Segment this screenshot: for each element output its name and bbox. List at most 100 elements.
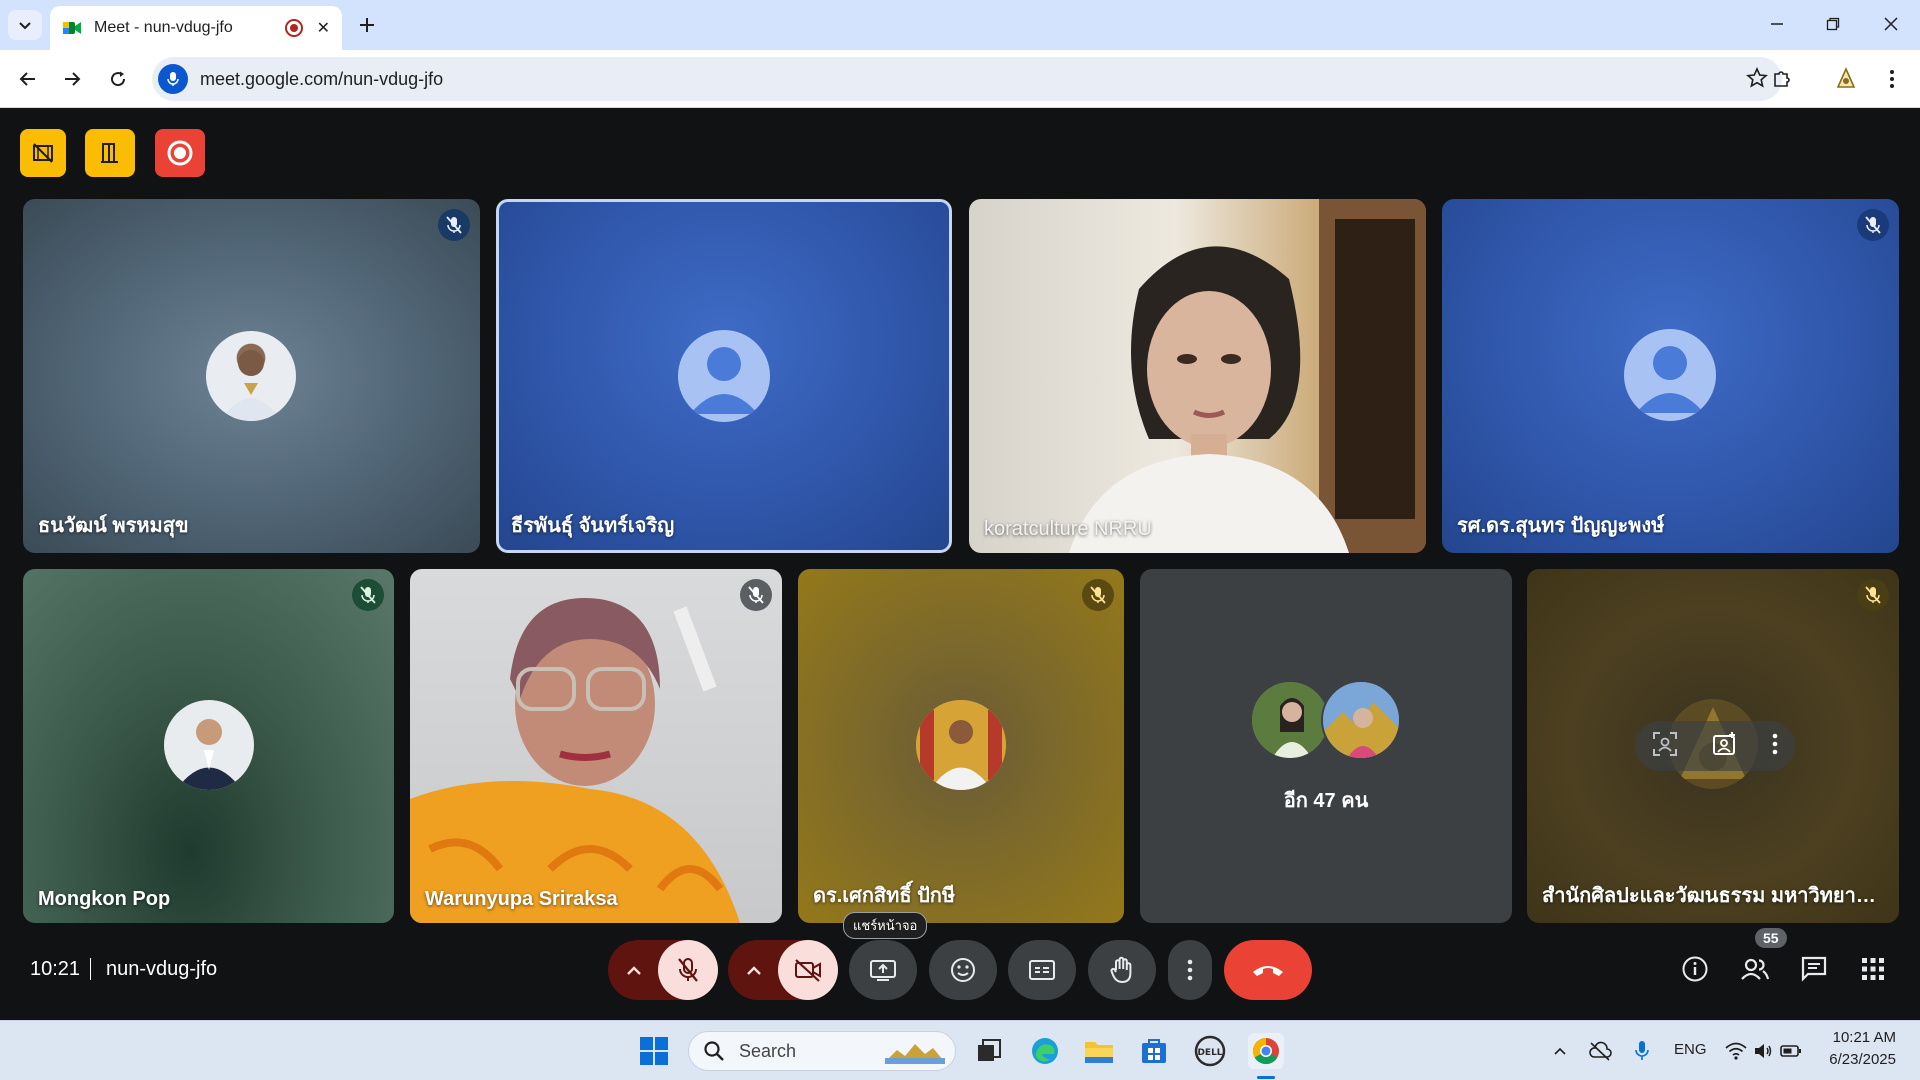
mic-off-icon bbox=[740, 579, 772, 611]
input-language[interactable]: ENG bbox=[1674, 1041, 1707, 1058]
browser-menu-button[interactable] bbox=[1876, 63, 1908, 95]
google-meet-icon bbox=[63, 22, 81, 34]
closed-caption-icon bbox=[1029, 960, 1055, 980]
participant-tile[interactable]: ดร.เศกสิทธิ์ ปักษี bbox=[798, 569, 1124, 923]
chevron-up-icon bbox=[1554, 1047, 1566, 1055]
people-button[interactable] bbox=[1735, 949, 1775, 989]
chevron-up-icon bbox=[747, 966, 761, 975]
pin-to-screen-icon[interactable] bbox=[1712, 731, 1738, 762]
participant-tile[interactable]: สำนักศิลปะและวัฒนธรรม มหาวิทยาลัย... bbox=[1527, 569, 1899, 923]
edge-icon bbox=[1032, 1038, 1058, 1064]
tab-title: Meet - nun-vdug-jfo bbox=[94, 19, 233, 36]
restore-button[interactable] bbox=[1810, 8, 1856, 40]
audio-options-button[interactable] bbox=[608, 940, 660, 1000]
taskbar-date[interactable]: 6/23/2025 bbox=[1822, 1051, 1896, 1068]
edge-taskbar-icon[interactable] bbox=[1027, 1033, 1063, 1069]
participant-tile[interactable]: Mongkon Pop bbox=[23, 569, 394, 923]
task-view-icon bbox=[978, 1039, 1001, 1061]
participant-name: koratculture NRRU bbox=[984, 518, 1152, 540]
participant-name: Mongkon Pop bbox=[38, 888, 171, 910]
present-screen-button[interactable] bbox=[849, 940, 917, 1000]
recording-indicator-icon bbox=[284, 19, 303, 37]
start-button[interactable] bbox=[636, 1033, 672, 1069]
recording-button[interactable] bbox=[155, 129, 205, 177]
task-view-button[interactable] bbox=[971, 1033, 1007, 1069]
taskbar-search[interactable]: Search bbox=[688, 1031, 956, 1071]
taskbar-time[interactable]: 10:21 AM bbox=[1830, 1029, 1896, 1046]
person-photo-icon bbox=[1252, 682, 1328, 758]
extensions-icon[interactable] bbox=[1766, 63, 1798, 95]
microphone-toggle-button[interactable] bbox=[658, 940, 718, 1000]
forward-button[interactable] bbox=[56, 63, 88, 95]
meet-stage: ธนวัฒน์ พรหมสุข ธีรพันธุ์ จันทร์เจริญ ko… bbox=[0, 109, 1920, 1020]
dell-taskbar-icon[interactable]: DELL bbox=[1192, 1033, 1228, 1069]
file-explorer-taskbar-icon[interactable] bbox=[1081, 1033, 1117, 1069]
mic-off-icon bbox=[678, 958, 698, 982]
host-controls-button[interactable] bbox=[20, 129, 66, 177]
new-tab-button[interactable] bbox=[352, 10, 382, 40]
onedrive-tray-icon[interactable] bbox=[1582, 1033, 1618, 1069]
participant-avatar bbox=[164, 700, 254, 790]
participant-name: ดร.เศกสิทธิ์ ปักษี bbox=[813, 885, 956, 907]
speaker-icon bbox=[1755, 1044, 1772, 1058]
chat-icon bbox=[1801, 956, 1827, 982]
raise-hand-button[interactable] bbox=[1088, 940, 1156, 1000]
search-placeholder: Search bbox=[739, 1040, 797, 1061]
person-placeholder-icon bbox=[1636, 346, 1704, 413]
hand-icon bbox=[1110, 956, 1132, 984]
more-vert-icon bbox=[1187, 959, 1193, 981]
info-icon bbox=[1682, 956, 1708, 982]
participant-video-icon bbox=[410, 598, 740, 923]
microphone-in-use-icon[interactable] bbox=[158, 64, 188, 94]
participant-avatar bbox=[678, 330, 770, 422]
participant-tile[interactable]: ธนวัฒน์ พรหมสุข bbox=[23, 199, 480, 553]
dell-logo-icon: DELL bbox=[1194, 1035, 1226, 1067]
breakout-rooms-button[interactable] bbox=[85, 129, 135, 177]
battery-tray-icon[interactable] bbox=[1773, 1033, 1809, 1069]
microphone-tray-icon[interactable] bbox=[1624, 1033, 1660, 1069]
more-options-button[interactable] bbox=[1168, 940, 1212, 1000]
tab-search-button[interactable] bbox=[8, 10, 42, 40]
participant-tile[interactable]: รศ.ดร.สุนทร ปัญญะพงษ์ bbox=[1442, 199, 1899, 553]
meeting-details-button[interactable] bbox=[1675, 949, 1715, 989]
chevron-up-icon bbox=[627, 966, 641, 975]
participant-video-tile[interactable]: koratculture NRRU bbox=[969, 199, 1426, 553]
captions-button[interactable] bbox=[1008, 940, 1076, 1000]
browser-tab-meet[interactable]: Meet - nun-vdug-jfo ✕ bbox=[50, 6, 342, 50]
reactions-button[interactable] bbox=[929, 940, 997, 1000]
mic-off-icon bbox=[1857, 209, 1889, 241]
participant-tile-active[interactable]: ธีรพันธุ์ จันทร์เจริญ bbox=[496, 199, 952, 553]
url-text: meet.google.com/nun-vdug-jfo bbox=[200, 68, 444, 89]
arrow-right-icon bbox=[65, 72, 81, 86]
participant-video-tile[interactable]: Warunyupa Sriraksa bbox=[410, 569, 782, 923]
reload-icon bbox=[111, 71, 126, 87]
participant-name: ธนวัฒน์ พรหมสุข bbox=[38, 515, 189, 537]
activities-button[interactable] bbox=[1853, 949, 1893, 989]
profile-avatar[interactable] bbox=[1830, 63, 1862, 95]
bookmark-star-icon[interactable] bbox=[1746, 67, 1768, 94]
frame-person-icon[interactable] bbox=[1652, 731, 1678, 762]
meeting-code: nun-vdug-jfo bbox=[106, 958, 218, 980]
show-hidden-icons-button[interactable] bbox=[1542, 1033, 1578, 1069]
reload-button[interactable] bbox=[102, 63, 134, 95]
store-taskbar-icon[interactable] bbox=[1136, 1033, 1172, 1069]
clock-separator bbox=[90, 958, 91, 980]
emoji-icon bbox=[951, 958, 975, 982]
video-options-button[interactable] bbox=[728, 940, 780, 1000]
chat-button[interactable] bbox=[1794, 949, 1834, 989]
person-placeholder-icon bbox=[690, 347, 758, 414]
other-participants-tile[interactable]: อีก 47 คน bbox=[1140, 569, 1512, 923]
more-options-icon[interactable] bbox=[1772, 733, 1778, 760]
minimize-button[interactable] bbox=[1754, 8, 1800, 40]
tab-close-icon[interactable]: ✕ bbox=[317, 18, 330, 38]
camera-toggle-button[interactable] bbox=[778, 940, 838, 1000]
address-bar[interactable]: meet.google.com/nun-vdug-jfo bbox=[152, 57, 1782, 101]
chrome-taskbar-icon[interactable] bbox=[1248, 1033, 1284, 1069]
people-icon bbox=[1741, 958, 1770, 980]
leave-call-button[interactable] bbox=[1224, 940, 1312, 1000]
mic-off-icon bbox=[438, 209, 470, 241]
back-button[interactable] bbox=[12, 63, 44, 95]
close-window-button[interactable] bbox=[1868, 8, 1914, 40]
door-icon bbox=[101, 143, 118, 163]
apps-grid-icon bbox=[1862, 958, 1884, 980]
